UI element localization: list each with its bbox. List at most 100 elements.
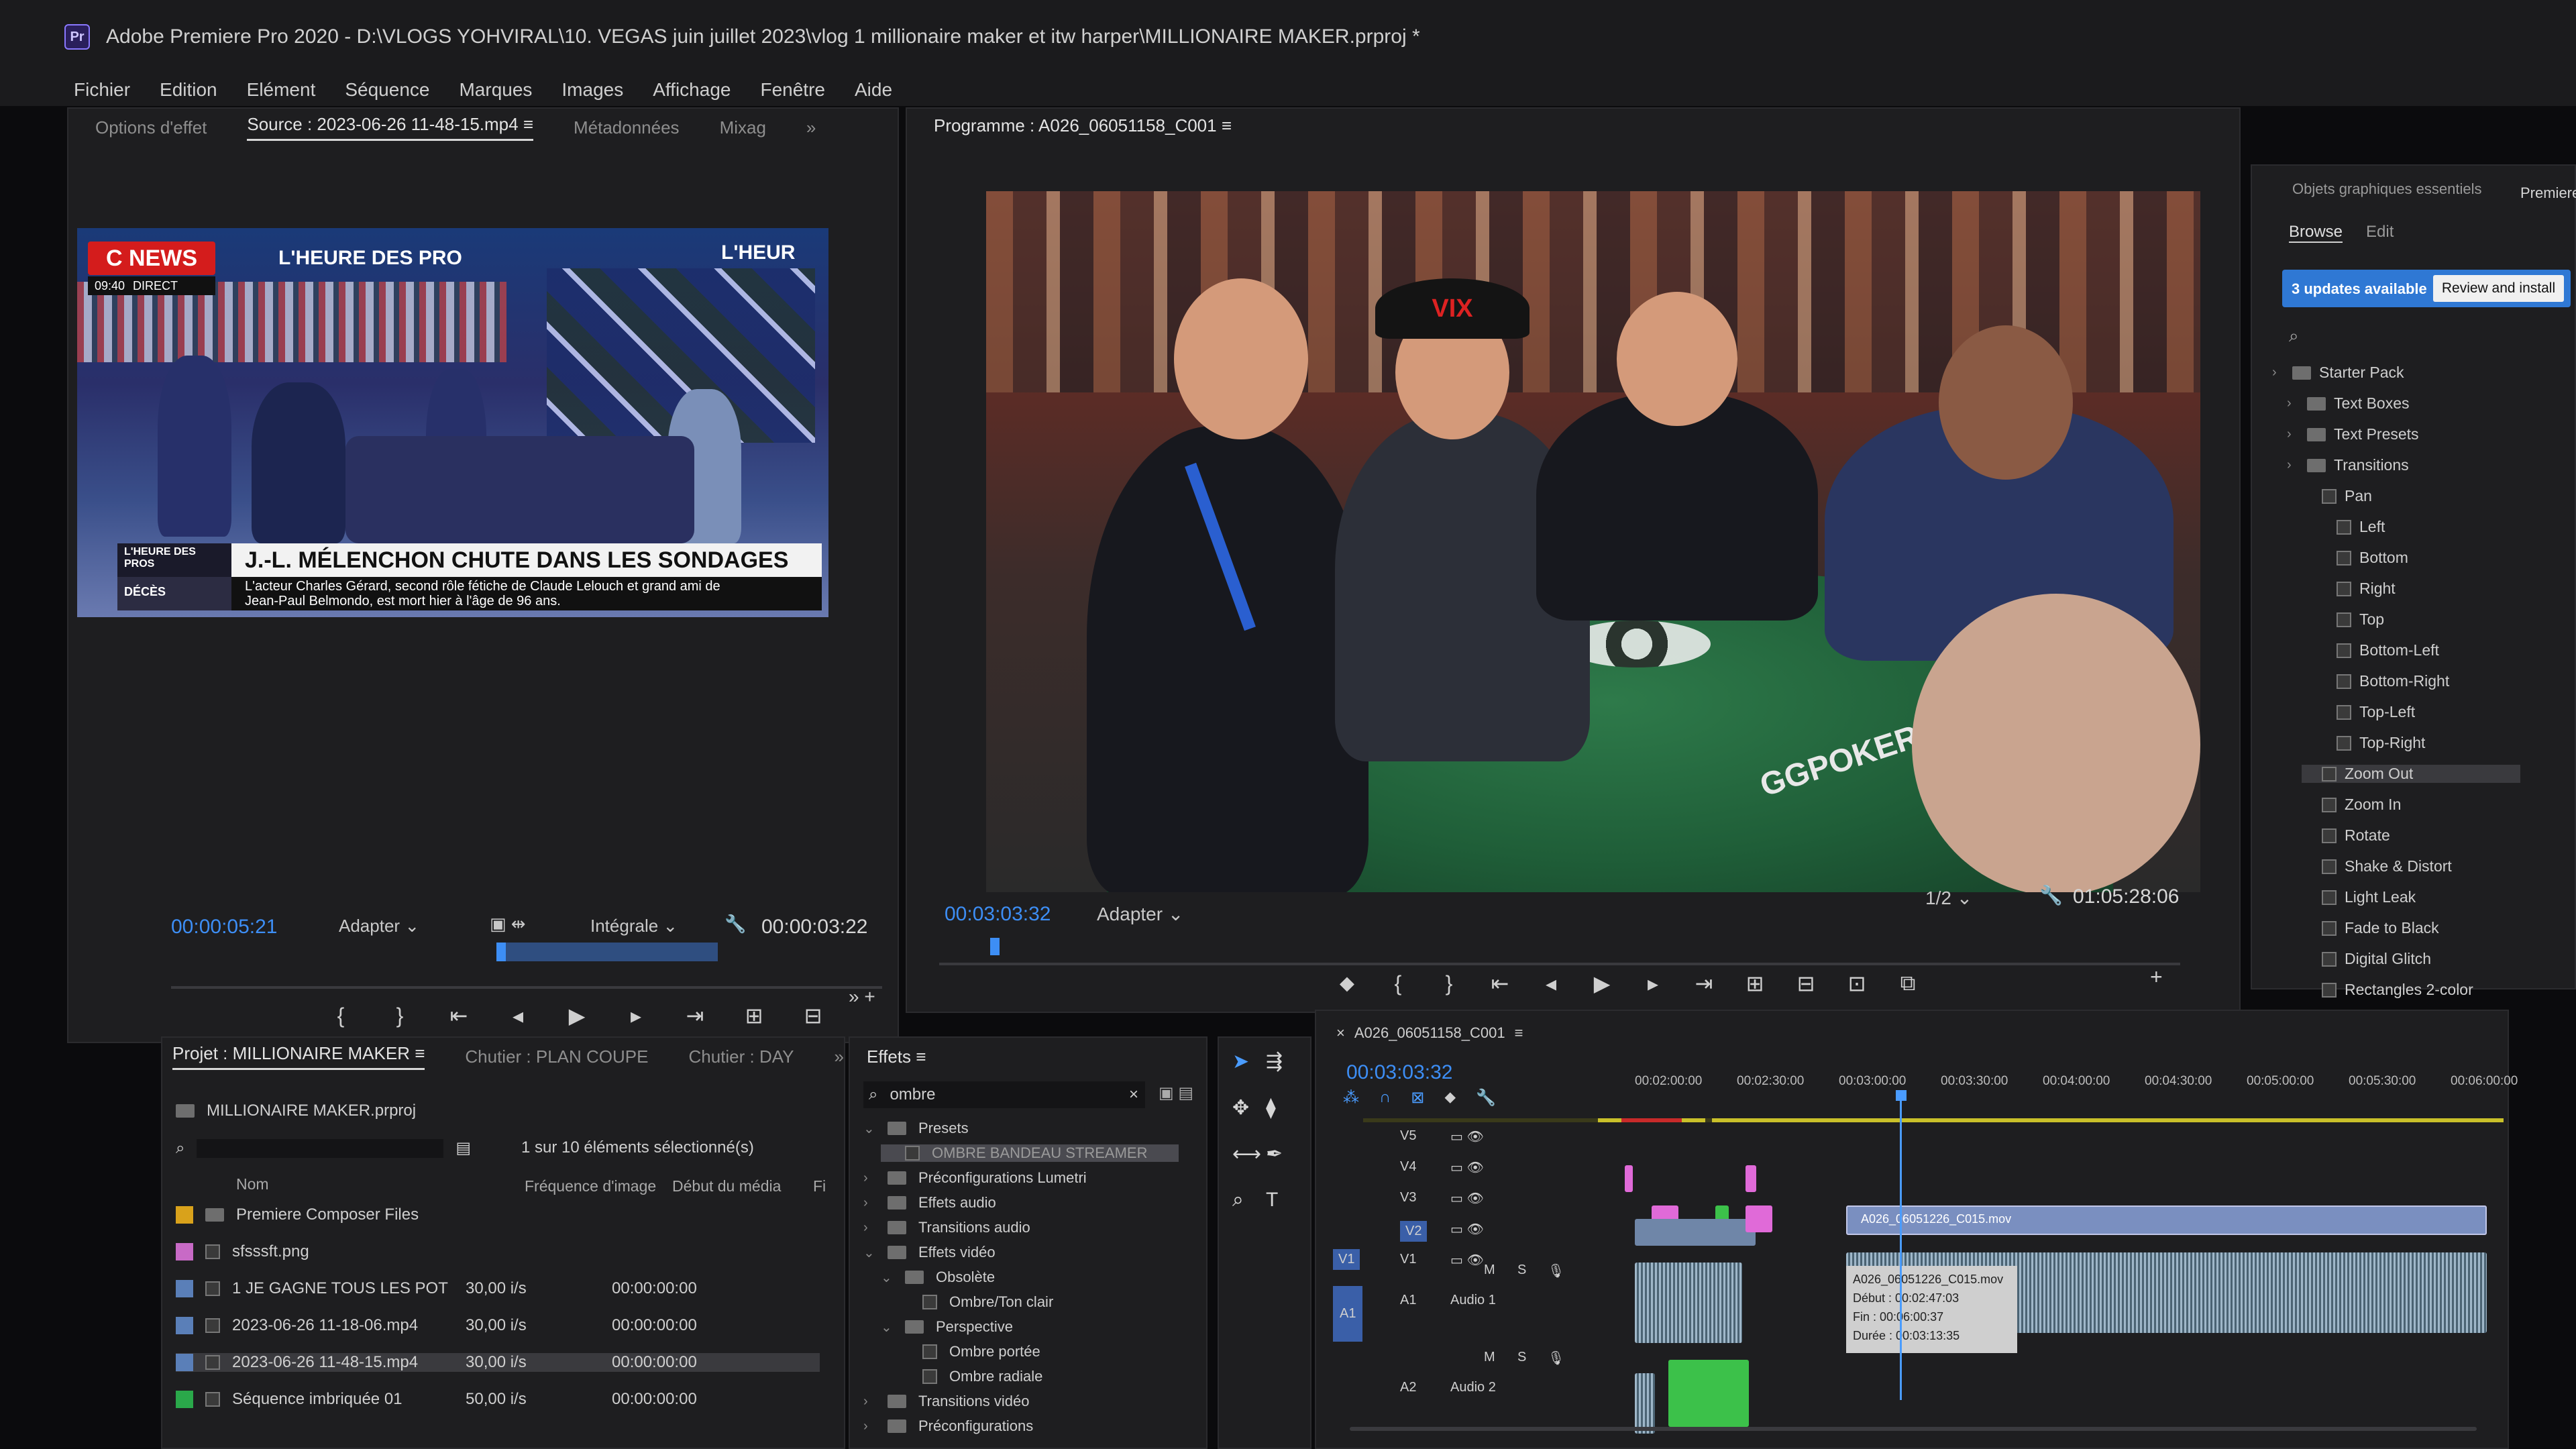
graphics-item[interactable]: Top-Right [2316, 734, 2425, 752]
type-tool-icon[interactable]: T [1266, 1189, 1299, 1212]
effects-search-input[interactable]: ombre [890, 1085, 935, 1104]
menu-sequence[interactable]: Séquence [345, 79, 429, 101]
microphone-icon[interactable]: 🎙 [1548, 1350, 1564, 1366]
audio-clip[interactable] [1635, 1263, 1742, 1343]
razor-tool-icon[interactable]: ⧫ [1266, 1096, 1299, 1120]
menu-edition[interactable]: Edition [160, 79, 217, 101]
effects-tree-item[interactable]: OMBRE BANDEAU STREAMER [881, 1144, 1179, 1162]
audio-clip-green[interactable] [1668, 1360, 1749, 1427]
wrench-icon[interactable]: 🔧 [724, 914, 746, 934]
menu-marques[interactable]: Marques [459, 79, 532, 101]
video-track-target[interactable]: V5 [1400, 1128, 1416, 1144]
graphics-item[interactable]: Rectangles 2-color [2302, 981, 2473, 999]
tab-program[interactable]: Programme : A026_06051158_C001 ≡ [934, 115, 1232, 140]
effects-tree-item[interactable]: › Transitions audio [863, 1219, 1030, 1236]
graphics-item[interactable]: Bottom [2316, 549, 2408, 567]
graphics-item[interactable]: Light Leak [2302, 888, 2416, 906]
chevron-icon[interactable]: › [863, 1394, 875, 1409]
chevron-icon[interactable]: ⌄ [863, 1244, 875, 1261]
track-visibility-icon[interactable]: ▭ 👁 [1450, 1252, 1484, 1269]
audio-track-target[interactable]: A2 [1400, 1380, 1416, 1395]
chevron-icon[interactable]: › [863, 1419, 875, 1434]
insert-icon[interactable]: ⊞ [742, 1003, 766, 1028]
add-button-icon[interactable]: + [2150, 965, 2163, 989]
video-clip[interactable] [1635, 1219, 1756, 1246]
project-item-row[interactable]: 2023-06-26 11-48-15.mp4 30,00 i/s 00:00:00… [176, 1353, 820, 1372]
effects-tree-item[interactable]: ⌄ Effets vidéo [863, 1244, 996, 1261]
video-track-target[interactable]: V3 [1400, 1190, 1416, 1205]
chevron-icon[interactable]: › [863, 1171, 875, 1186]
step-back-icon[interactable]: ◂ [506, 1003, 530, 1028]
compare-icon[interactable]: ⧉ [1896, 971, 1920, 996]
graphic-clip[interactable] [1746, 1205, 1772, 1232]
video-track-target[interactable]: V4 [1400, 1159, 1416, 1175]
tab-effects[interactable]: Effets ≡ [867, 1046, 926, 1067]
ripple-edit-tool-icon[interactable]: ✥ [1232, 1096, 1266, 1120]
project-panel-menu-icon[interactable]: ≡ [415, 1043, 425, 1063]
main-video-clip[interactable]: A026_06051226_C015.mov [1846, 1205, 2487, 1235]
chevron-icon[interactable]: ⌄ [881, 1269, 893, 1286]
source-playback-select[interactable]: Intégrale ⌄ [590, 916, 678, 936]
effects-tree-item[interactable]: ⌄ Perspective [881, 1318, 1013, 1336]
label-color-swatch[interactable] [176, 1391, 193, 1408]
step-forward-icon[interactable]: ▸ [1641, 971, 1665, 996]
tabs-overflow-icon[interactable]: » [835, 1046, 844, 1067]
source-patch-v1[interactable]: V1 [1333, 1249, 1360, 1270]
effects-tree-item[interactable]: ⌄ Obsolète [881, 1269, 995, 1286]
program-resolution-select[interactable]: 1/2 ⌄ [1925, 887, 1972, 909]
project-item-row[interactable]: Séquence imbriquée 01 50,00 i/s 00:00:00:0… [176, 1390, 820, 1409]
tabs-overflow-icon[interactable]: » [806, 117, 816, 138]
go-to-out-icon[interactable]: ⇥ [683, 1003, 707, 1028]
effects-search-field[interactable]: ⌕ ombre × [863, 1081, 1145, 1108]
tab-effect-controls[interactable]: Options d'effet [95, 117, 207, 138]
audio-clip[interactable] [1635, 1373, 1655, 1434]
go-to-in-icon[interactable]: ⇤ [447, 1003, 471, 1028]
chevron-icon[interactable]: › [2287, 458, 2299, 473]
program-playhead-timecode[interactable]: 00:03:03:32 [945, 903, 1051, 926]
project-item-row[interactable]: sfsssft.png [176, 1242, 820, 1261]
tab-metadata[interactable]: Métadonnées [574, 117, 680, 138]
project-item-row[interactable]: Premiere Composer Files [176, 1205, 820, 1224]
lift-icon[interactable]: ⊞ [1743, 971, 1767, 996]
effects-panel-menu-icon[interactable]: ≡ [916, 1046, 926, 1067]
chevron-icon[interactable]: ⌄ [863, 1120, 875, 1137]
play-icon[interactable]: ▶ [1590, 971, 1614, 996]
step-back-icon[interactable]: ◂ [1539, 971, 1563, 996]
mark-in-icon[interactable]: { [329, 1004, 353, 1028]
graphics-item[interactable]: › Text Boxes [2287, 394, 2410, 413]
graphics-item[interactable]: Top [2316, 610, 2384, 629]
graphics-item[interactable]: Bottom-Left [2316, 641, 2439, 659]
new-bin-icon[interactable]: ▣ ▤ [1159, 1083, 1193, 1103]
tab-browse[interactable]: Browse [2289, 223, 2343, 243]
step-forward-icon[interactable]: ▸ [624, 1003, 648, 1028]
go-to-out-icon[interactable]: ⇥ [1692, 971, 1716, 996]
solo-toggle[interactable]: S [1517, 1350, 1526, 1365]
menu-fichier[interactable]: Fichier [74, 79, 130, 101]
search-icon[interactable]: ⌕ [176, 1139, 184, 1158]
graphics-item[interactable]: Zoom Out [2302, 765, 2520, 783]
chevron-icon[interactable]: › [863, 1195, 875, 1211]
program-fit-select[interactable]: Adapter ⌄ [1097, 903, 1183, 925]
menu-aide[interactable]: Aide [855, 79, 892, 101]
extract-icon[interactable]: ⊟ [1794, 971, 1818, 996]
effects-tree-item[interactable]: Ombre portée [898, 1343, 1040, 1360]
source-fit-select[interactable]: Adapter ⌄ [339, 916, 419, 936]
mark-in-icon[interactable]: { [1386, 971, 1410, 996]
zoom-tool-icon[interactable]: ⌕ [1232, 1189, 1266, 1212]
track-select-tool-icon[interactable]: ⇶ [1266, 1050, 1299, 1073]
graphics-item[interactable]: › Starter Pack [2272, 364, 2404, 382]
source-settings-icon[interactable]: ▣ ⇹ [490, 914, 526, 934]
source-panel-menu-icon[interactable]: ≡ [523, 114, 533, 134]
essential-graphics-title[interactable]: Objets graphiques essentiels [2292, 180, 2482, 198]
timeline-ruler[interactable]: 00:02:00:00 00:02:30:00 00:03:00:00 00:03:3… [1316, 1071, 2518, 1098]
graphics-item[interactable]: Shake & Distort [2302, 857, 2452, 875]
chevron-icon[interactable]: › [863, 1220, 875, 1236]
label-color-swatch[interactable] [176, 1317, 193, 1334]
column-media-end[interactable]: Fi [813, 1177, 826, 1195]
graphics-item[interactable]: Zoom In [2302, 796, 2401, 814]
overwrite-icon[interactable]: ⊟ [801, 1003, 825, 1028]
graphic-clip[interactable] [1625, 1165, 1633, 1192]
pen-tool-icon[interactable]: ✒ [1266, 1142, 1299, 1166]
track-visibility-icon[interactable]: ▭ 👁 [1450, 1221, 1484, 1238]
graphics-item[interactable]: Rotate [2302, 826, 2390, 845]
